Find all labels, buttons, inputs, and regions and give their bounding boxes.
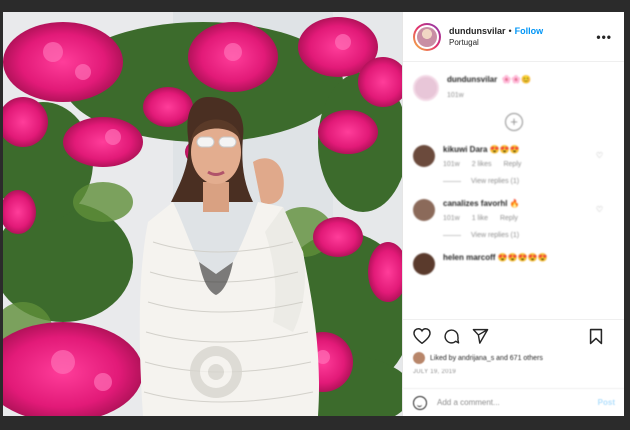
comment-heart-icon[interactable]: ♡ bbox=[596, 151, 603, 160]
bookmark-icon[interactable] bbox=[589, 328, 603, 345]
add-comment-bar: Add a comment... Post bbox=[403, 388, 625, 416]
post-location[interactable]: Portugal bbox=[449, 38, 543, 47]
comment-avatar[interactable] bbox=[413, 145, 435, 167]
comment-item: kikuwi Dara 😍😍😍 101w 2 likes Reply ♡ bbox=[413, 145, 615, 168]
separator-dot: • bbox=[508, 25, 512, 36]
comment-reply-button[interactable]: Reply bbox=[503, 161, 521, 168]
post-side-panel: dundunsvilar • Follow Portugal ••• dundu… bbox=[402, 12, 625, 416]
comment-username[interactable]: helen marcoff bbox=[443, 253, 495, 262]
post-comment-button[interactable]: Post bbox=[598, 398, 615, 407]
caption-avatar[interactable] bbox=[413, 75, 439, 101]
caption: dundunsvilar 🌸🌸😊 101w bbox=[413, 75, 615, 101]
comment-item: helen marcoff 😍😍😍😍😍 bbox=[413, 253, 615, 275]
load-more-comments-button[interactable]: + bbox=[505, 113, 523, 131]
follow-button[interactable]: Follow bbox=[515, 26, 544, 36]
likes-summary[interactable]: Liked by andrijana_s and 671 others bbox=[413, 352, 615, 364]
heart-icon[interactable] bbox=[413, 328, 431, 344]
window-frame-bottom bbox=[0, 416, 630, 430]
window-frame-right bbox=[624, 0, 630, 430]
comment-text: 😍😍😍 bbox=[489, 145, 520, 154]
comment-likes[interactable]: 2 likes bbox=[472, 161, 492, 168]
caption-time: 101w bbox=[447, 92, 464, 99]
add-comment-input[interactable]: Add a comment... bbox=[437, 398, 598, 407]
smile-icon[interactable] bbox=[413, 395, 427, 410]
likes-text[interactable]: Liked by andrijana_s and 671 others bbox=[430, 355, 543, 362]
liker-avatar bbox=[413, 352, 425, 364]
comment-reply-button[interactable]: Reply bbox=[500, 215, 518, 222]
caption-text: 🌸🌸😊 bbox=[501, 75, 532, 84]
post-header: dundunsvilar • Follow Portugal ••• bbox=[403, 12, 624, 62]
post-actions: Liked by andrijana_s and 671 others JULY… bbox=[403, 319, 625, 375]
comment-time: 101w bbox=[443, 161, 460, 168]
author-avatar[interactable] bbox=[413, 22, 441, 51]
more-icon[interactable]: ••• bbox=[596, 30, 612, 44]
comments-list[interactable]: dundunsvilar 🌸🌸😊 101w + kikuwi Dara 😍😍😍 … bbox=[403, 63, 625, 319]
author-username[interactable]: dundunsvilar bbox=[449, 26, 506, 36]
comment-avatar[interactable] bbox=[413, 253, 435, 275]
comment-heart-icon[interactable]: ♡ bbox=[596, 205, 603, 214]
comment-item: canalizes favorhl 🔥 101w 1 like Reply ♡ bbox=[413, 199, 615, 222]
comment-icon[interactable] bbox=[443, 328, 460, 345]
share-icon[interactable] bbox=[472, 328, 489, 344]
post-date[interactable]: JULY 19, 2019 bbox=[413, 369, 615, 375]
view-replies-button[interactable]: View replies (1) bbox=[443, 178, 615, 185]
view-replies-button[interactable]: View replies (1) bbox=[443, 232, 615, 239]
comment-username[interactable]: kikuwi Dara bbox=[443, 145, 487, 154]
comment-likes[interactable]: 1 like bbox=[472, 215, 488, 222]
comment-username[interactable]: canalizes favorhl bbox=[443, 199, 507, 208]
caption-username[interactable]: dundunsvilar bbox=[447, 75, 497, 84]
post-photo[interactable] bbox=[3, 12, 402, 416]
photo-illustration bbox=[3, 12, 402, 416]
comment-text: 🔥 bbox=[509, 199, 520, 208]
comment-time: 101w bbox=[443, 215, 460, 222]
comment-text: 😍😍😍😍😍 bbox=[497, 253, 548, 262]
comment-avatar[interactable] bbox=[413, 199, 435, 221]
window-frame-top bbox=[0, 0, 630, 12]
